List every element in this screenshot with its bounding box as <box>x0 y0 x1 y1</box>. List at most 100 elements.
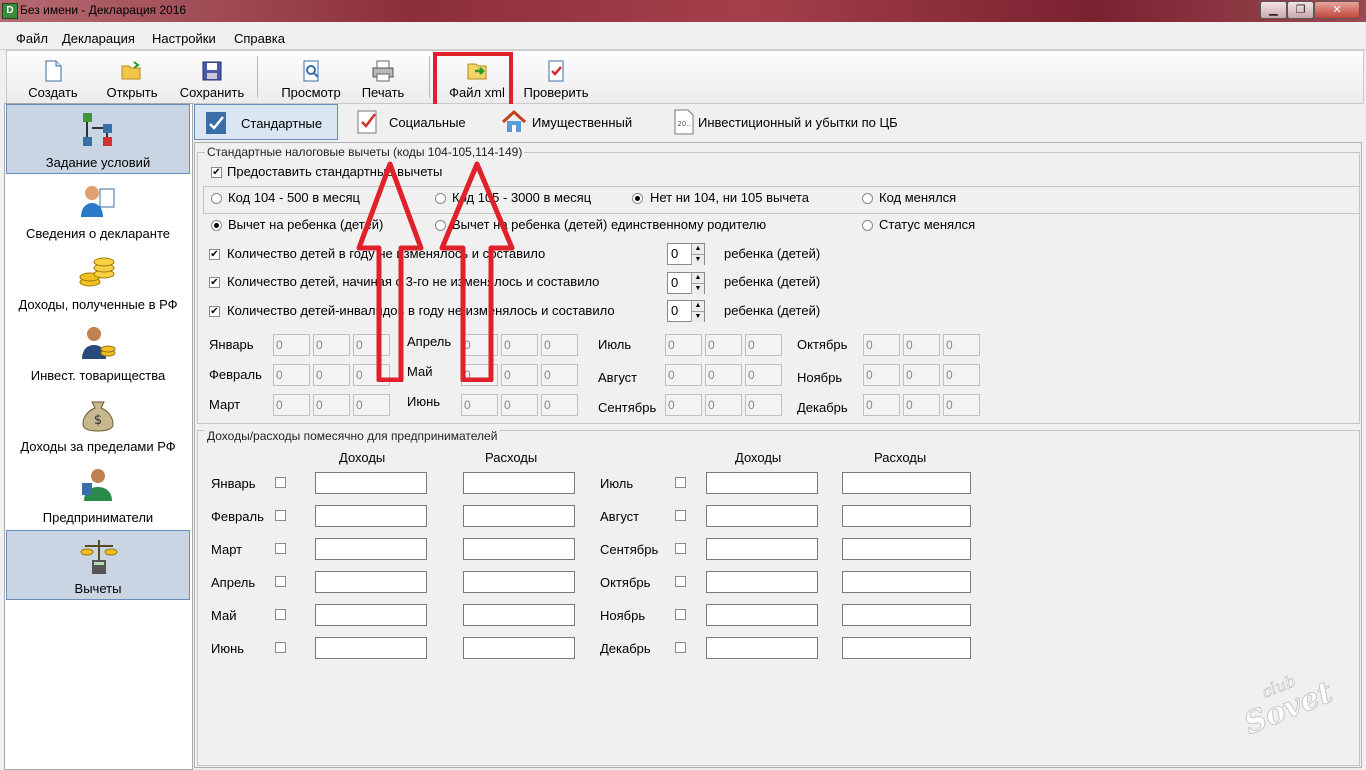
business-month-checkbox[interactable] <box>675 477 686 488</box>
month-deduction-cell[interactable]: 0 <box>313 334 350 356</box>
month-deduction-cell[interactable]: 0 <box>665 364 702 386</box>
radio-no-104-105[interactable] <box>632 193 643 204</box>
business-month-checkbox[interactable] <box>275 477 286 488</box>
income-input[interactable] <box>315 604 427 626</box>
income-input[interactable] <box>706 571 818 593</box>
menu-help[interactable]: Справка <box>234 31 285 46</box>
month-deduction-cell[interactable]: 0 <box>665 394 702 416</box>
children-count-checkbox[interactable]: ✔ <box>209 249 220 260</box>
income-input[interactable] <box>706 472 818 494</box>
month-deduction-cell[interactable]: 0 <box>541 394 578 416</box>
tab-social[interactable]: Социальные <box>346 104 486 140</box>
print-button[interactable]: Печать <box>343 51 423 103</box>
spin-up-icon[interactable]: ▲ <box>691 301 704 311</box>
expense-input[interactable] <box>463 472 575 494</box>
month-deduction-cell[interactable]: 0 <box>863 364 900 386</box>
business-month-checkbox[interactable] <box>275 576 286 587</box>
sidebar-item-conditions[interactable]: Задание условий <box>6 104 190 174</box>
menu-declaration[interactable]: Декларация <box>62 31 135 46</box>
expense-input[interactable] <box>463 505 575 527</box>
business-month-checkbox[interactable] <box>675 543 686 554</box>
expense-input[interactable] <box>463 637 575 659</box>
expense-input[interactable] <box>842 604 971 626</box>
business-month-checkbox[interactable] <box>275 543 286 554</box>
radio-status-changed[interactable] <box>862 220 873 231</box>
month-deduction-cell[interactable]: 0 <box>501 394 538 416</box>
close-button[interactable]: ✕ <box>1314 1 1360 19</box>
month-deduction-cell[interactable]: 0 <box>903 364 940 386</box>
income-input[interactable] <box>315 472 427 494</box>
month-deduction-cell[interactable]: 0 <box>943 334 980 356</box>
business-month-checkbox[interactable] <box>675 576 686 587</box>
expense-input[interactable] <box>463 538 575 560</box>
month-deduction-cell[interactable]: 0 <box>745 394 782 416</box>
month-deduction-cell[interactable]: 0 <box>541 364 578 386</box>
expense-input[interactable] <box>842 472 971 494</box>
tab-property[interactable]: Имущественный <box>492 104 652 140</box>
month-deduction-cell[interactable]: 0 <box>313 394 350 416</box>
month-deduction-cell[interactable]: 0 <box>541 334 578 356</box>
month-deduction-cell[interactable]: 0 <box>705 334 742 356</box>
income-input[interactable] <box>706 604 818 626</box>
children-3rd-spinner[interactable]: 0 ▲ ▼ <box>667 272 705 294</box>
month-deduction-cell[interactable]: 0 <box>665 334 702 356</box>
month-deduction-cell[interactable]: 0 <box>273 334 310 356</box>
disabled-children-checkbox[interactable]: ✔ <box>209 306 220 317</box>
spin-down-icon[interactable]: ▼ <box>691 283 704 294</box>
month-deduction-cell[interactable]: 0 <box>903 334 940 356</box>
month-deduction-cell[interactable]: 0 <box>943 364 980 386</box>
expense-input[interactable] <box>463 571 575 593</box>
open-button[interactable]: Открыть <box>92 51 172 103</box>
month-deduction-cell[interactable]: 0 <box>745 334 782 356</box>
minimize-button[interactable]: ▁ <box>1260 1 1287 19</box>
month-deduction-cell[interactable]: 0 <box>745 364 782 386</box>
month-deduction-cell[interactable]: 0 <box>273 394 310 416</box>
sidebar-item-declarant[interactable]: Сведения о декларанте <box>6 176 190 246</box>
children-count-spinner[interactable]: 0 ▲ ▼ <box>667 243 705 265</box>
month-deduction-cell[interactable]: 0 <box>863 334 900 356</box>
month-deduction-cell[interactable]: 0 <box>273 364 310 386</box>
income-input[interactable] <box>315 538 427 560</box>
business-month-checkbox[interactable] <box>675 642 686 653</box>
month-deduction-cell[interactable]: 0 <box>705 394 742 416</box>
tab-standard[interactable]: Стандартные <box>194 104 338 140</box>
spin-down-icon[interactable]: ▼ <box>691 311 704 322</box>
business-month-checkbox[interactable] <box>275 609 286 620</box>
expense-input[interactable] <box>842 505 971 527</box>
income-input[interactable] <box>315 637 427 659</box>
radio-code-changed[interactable] <box>862 193 873 204</box>
radio-child-deduction[interactable] <box>211 220 222 231</box>
month-deduction-cell[interactable]: 0 <box>903 394 940 416</box>
business-month-checkbox[interactable] <box>675 609 686 620</box>
menu-settings[interactable]: Настройки <box>152 31 216 46</box>
expense-input[interactable] <box>842 637 971 659</box>
radio-code-104[interactable] <box>211 193 222 204</box>
create-button[interactable]: Создать <box>13 51 93 103</box>
income-input[interactable] <box>706 505 818 527</box>
maximize-button[interactable]: ❐ <box>1287 1 1314 19</box>
expense-input[interactable] <box>463 604 575 626</box>
sidebar-item-invest-partnerships[interactable]: Инвест. товарищества <box>6 318 190 388</box>
spin-up-icon[interactable]: ▲ <box>691 244 704 254</box>
month-deduction-cell[interactable]: 0 <box>943 394 980 416</box>
income-input[interactable] <box>315 505 427 527</box>
save-button[interactable]: Сохранить <box>172 51 252 103</box>
business-month-checkbox[interactable] <box>275 510 286 521</box>
expense-input[interactable] <box>842 538 971 560</box>
sidebar-item-income-abroad[interactable]: $ Доходы за пределами РФ <box>6 389 190 459</box>
income-input[interactable] <box>315 571 427 593</box>
menu-file[interactable]: Файл <box>16 31 48 46</box>
income-input[interactable] <box>706 538 818 560</box>
business-month-checkbox[interactable] <box>675 510 686 521</box>
expense-input[interactable] <box>842 571 971 593</box>
month-deduction-cell[interactable]: 0 <box>863 394 900 416</box>
sidebar-item-income-rf[interactable]: Доходы, полученные в РФ <box>6 247 190 317</box>
check-button[interactable]: Проверить <box>516 51 596 103</box>
business-month-checkbox[interactable] <box>275 642 286 653</box>
provide-standard-checkbox[interactable]: ✔ <box>211 167 222 178</box>
sidebar-item-deductions[interactable]: Вычеты <box>6 530 190 600</box>
children-3rd-checkbox[interactable]: ✔ <box>209 277 220 288</box>
month-deduction-cell[interactable]: 0 <box>353 394 390 416</box>
sidebar-item-entrepreneurs[interactable]: Предприниматели <box>6 460 190 530</box>
disabled-children-spinner[interactable]: 0 ▲ ▼ <box>667 300 705 322</box>
